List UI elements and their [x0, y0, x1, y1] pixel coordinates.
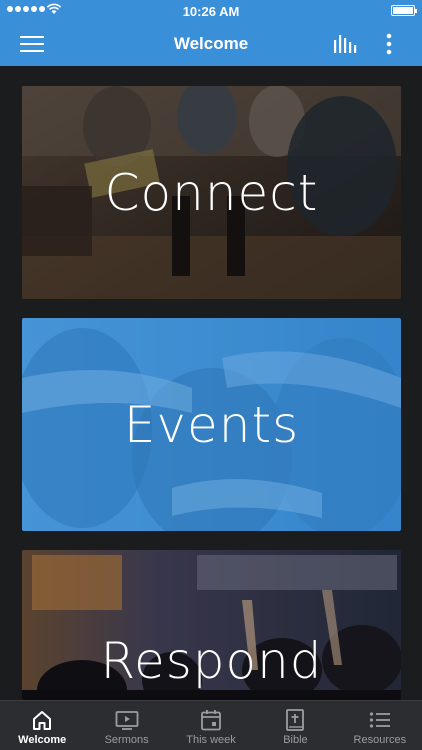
respond-card[interactable]: Respond [22, 550, 401, 700]
tab-sermons-label: Sermons [104, 734, 149, 746]
home-icon [33, 711, 52, 730]
battery-icon [391, 5, 417, 16]
calendar-icon [201, 710, 221, 731]
tab-bar: Welcome Sermons This week Bible Resource… [0, 700, 422, 750]
events-card[interactable]: Events [22, 318, 401, 531]
list-icon [369, 712, 390, 728]
status-bar: 10:26 AM [0, 0, 422, 22]
connect-card[interactable]: Connect [22, 86, 401, 299]
tab-resources-label: Resources [353, 734, 407, 746]
tab-resources[interactable]: Resources [338, 701, 422, 750]
video-icon [115, 711, 139, 730]
tab-welcome[interactable]: Welcome [0, 701, 84, 750]
page-title: Welcome [173, 34, 249, 53]
tab-bible[interactable]: Bible [253, 701, 337, 750]
bible-icon [286, 709, 305, 731]
connect-card-label: Connect [104, 163, 319, 222]
tab-welcome-label: Welcome [18, 734, 67, 746]
tab-this-week[interactable]: This week [169, 701, 253, 750]
top-bar: 10:26 AM Welcome [0, 0, 422, 66]
tab-this-week-label: This week [186, 734, 236, 746]
tab-bible-label: Bible [283, 734, 308, 746]
status-time: 10:26 AM [182, 4, 240, 19]
more-vertical-icon[interactable] [379, 32, 399, 56]
bar-chart-icon[interactable] [333, 34, 357, 54]
events-card-label: Events [123, 395, 300, 454]
tab-sermons[interactable]: Sermons [84, 701, 168, 750]
respond-card-label: Respond [100, 631, 323, 690]
nav-header: Welcome [0, 22, 422, 66]
